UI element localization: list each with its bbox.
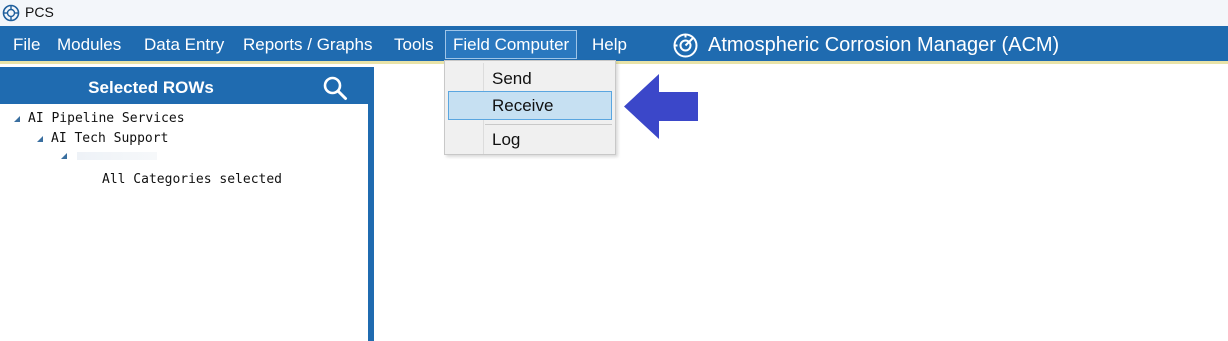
- menu-reports-graphs[interactable]: Reports / Graphs: [243, 26, 372, 64]
- menu-tools[interactable]: Tools: [394, 26, 434, 64]
- selected-rows-panel: Selected ROWs AI Pipeline Services AI Te…: [0, 67, 374, 341]
- app-brand-title: Atmospheric Corrosion Manager (ACM): [708, 34, 1060, 56]
- window-title: PCS: [25, 4, 54, 20]
- panel-title: Selected ROWs: [88, 78, 214, 97]
- app-logo-icon: [2, 4, 20, 22]
- menu-item-log[interactable]: Log: [448, 125, 612, 154]
- panel-header: Selected ROWs: [0, 67, 374, 104]
- tree-node-label: All Categories selected: [102, 172, 283, 187]
- search-icon[interactable]: [322, 75, 348, 101]
- menu-help[interactable]: Help: [592, 26, 627, 64]
- menu-item-receive[interactable]: Receive: [448, 91, 612, 120]
- acm-gauge-icon: [673, 33, 698, 58]
- expand-triangle-icon[interactable]: [61, 153, 67, 159]
- menu-data-entry[interactable]: Data Entry: [144, 26, 224, 64]
- tree-node-label: AI Tech Support: [51, 131, 169, 146]
- menu-file[interactable]: File: [13, 26, 40, 64]
- window-titlebar: PCS: [0, 0, 1228, 26]
- tree-node[interactable]: AI Tech Support: [37, 131, 168, 146]
- menu-bar: File Modules Data Entry Reports / Graphs…: [0, 26, 1228, 64]
- tree-node-label: AI Pipeline Services: [28, 111, 185, 126]
- expand-triangle-icon[interactable]: [14, 115, 20, 122]
- menu-item-send[interactable]: Send: [448, 64, 612, 93]
- tree-node[interactable]: AI Pipeline Services: [14, 111, 185, 126]
- tree-leaf[interactable]: All Categories selected: [102, 172, 282, 187]
- left-arrow-icon: [624, 74, 698, 139]
- menu-modules[interactable]: Modules: [57, 26, 121, 64]
- field-computer-dropdown: Send Receive Log: [444, 60, 616, 155]
- tree-node[interactable]: [61, 152, 157, 160]
- row-tree: AI Pipeline Services AI Tech Support All…: [0, 104, 368, 341]
- redacted-label: [77, 152, 157, 160]
- menu-field-computer[interactable]: Field Computer: [445, 30, 578, 59]
- expand-triangle-icon[interactable]: [37, 135, 43, 142]
